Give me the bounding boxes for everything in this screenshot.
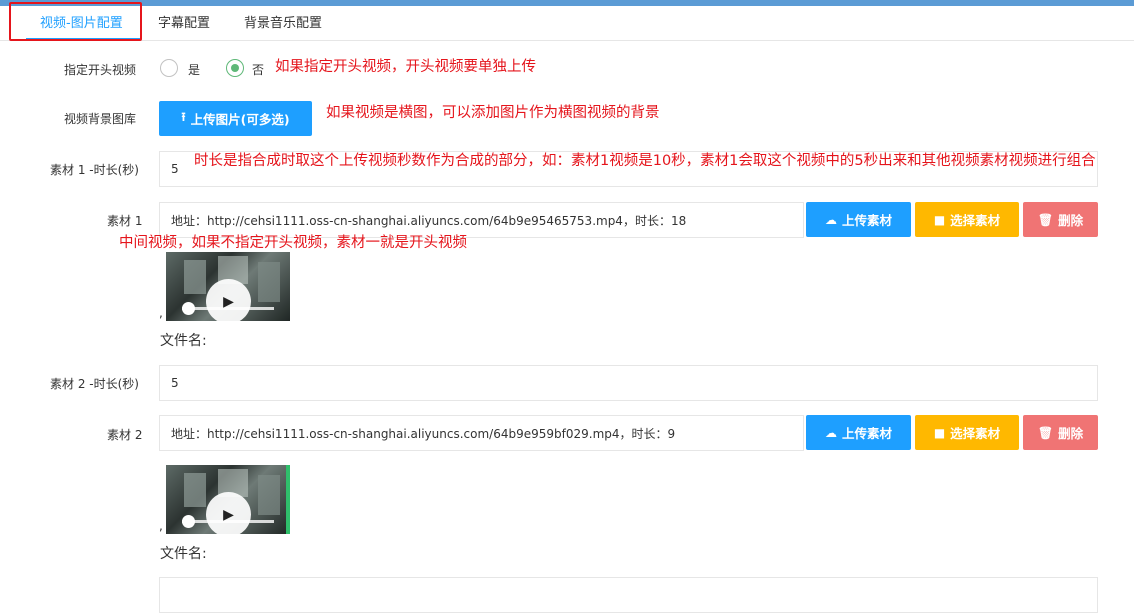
video-camera-icon: ■ — [933, 425, 946, 440]
material-2-upload-label: 上传素材 — [841, 426, 892, 441]
upload-icon: ⭱ — [181, 110, 186, 124]
cloud-upload-icon: ☁ — [824, 425, 837, 440]
tab-bar: 视频-图片配置 字幕配置 背景音乐配置 — [0, 6, 1134, 41]
material-2-upload-button[interactable]: ☁ 上传素材 — [806, 415, 911, 450]
video-frame-detail — [184, 473, 206, 507]
material-1-label: 素材 1 — [107, 214, 143, 228]
material-1-address: 地址：http://cehsi1111.oss-cn-shanghai.aliy… — [171, 213, 687, 228]
material-1-video-preview[interactable]: ▶ — [166, 252, 290, 321]
tab-subtitle-config[interactable]: 字幕配置 — [158, 12, 210, 31]
radio-yes-label: 是 — [188, 63, 201, 77]
material-2-select-button[interactable]: ■ 选择素材 — [915, 415, 1019, 450]
video-camera-icon: ■ — [933, 212, 946, 227]
material-2-address-field[interactable]: 地址：http://cehsi1111.oss-cn-shanghai.aliy… — [159, 415, 804, 451]
radio-no-label: 否 — [252, 63, 265, 77]
material-2-separator: , — [159, 519, 163, 533]
material-1-select-label: 选择素材 — [950, 213, 1001, 228]
material-2-address: 地址：http://cehsi1111.oss-cn-shanghai.aliy… — [171, 426, 676, 441]
video-frame-detail — [258, 262, 280, 302]
material-1-upload-label: 上传素材 — [841, 213, 892, 228]
radio-no[interactable] — [226, 59, 244, 77]
annotation-highlight-box — [9, 2, 142, 41]
opening-video-note: 如果指定开头视频，开头视频要单独上传 — [275, 59, 536, 75]
material-1-duration-note: 时长是指合成时取这个上传视频秒数作为合成的部分，如：素材1视频是10秒，素材1会… — [194, 153, 1096, 169]
tab-bgm-config[interactable]: 背景音乐配置 — [244, 12, 322, 31]
material-1-upload-button[interactable]: ☁ 上传素材 — [806, 202, 911, 237]
material-2-duration-label: 素材 2 -时长(秒) — [50, 377, 139, 391]
bg-gallery-label: 视频背景图库 — [64, 112, 137, 126]
material-1-filename-label: 文件名: — [160, 333, 207, 349]
video-progress-knob[interactable] — [182, 515, 195, 528]
material-1-delete-label: 删除 — [1058, 213, 1084, 228]
bg-gallery-note: 如果视频是横图，可以添加图片作为横图视频的背景 — [326, 105, 660, 121]
material-1-duration-value: 5 — [171, 162, 179, 176]
material-2-duration-value: 5 — [171, 376, 179, 390]
material-2-video-preview[interactable]: ▶ — [166, 465, 290, 534]
material-3-duration-input[interactable] — [159, 577, 1098, 613]
material-1-note: 中间视频，如果不指定开头视频，素材一就是开头视频 — [119, 235, 467, 251]
trash-icon: 🗑 — [1037, 425, 1054, 440]
opening-video-label: 指定开头视频 — [64, 63, 137, 77]
material-1-select-button[interactable]: ■ 选择素材 — [915, 202, 1019, 237]
video-frame-detail — [258, 475, 280, 515]
cloud-upload-icon: ☁ — [824, 212, 837, 227]
material-2-filename-label: 文件名: — [160, 546, 207, 562]
material-2-select-label: 选择素材 — [950, 426, 1001, 441]
material-2-duration-input[interactable]: 5 — [159, 365, 1098, 401]
material-1-duration-label: 素材 1 -时长(秒) — [50, 163, 139, 177]
upload-images-label: 上传图片(可多选) — [190, 112, 290, 127]
material-2-label: 素材 2 — [107, 428, 143, 442]
upload-images-button[interactable]: ⭱ 上传图片(可多选) — [159, 101, 312, 136]
video-progress-knob[interactable] — [182, 302, 195, 315]
play-icon[interactable]: ▶ — [206, 492, 251, 534]
video-frame-detail — [286, 465, 290, 534]
material-1-separator: , — [159, 306, 163, 320]
trash-icon: 🗑 — [1037, 212, 1054, 227]
material-1-delete-button[interactable]: 🗑 删除 — [1023, 202, 1098, 237]
material-2-delete-button[interactable]: 🗑 删除 — [1023, 415, 1098, 450]
material-2-delete-label: 删除 — [1058, 426, 1084, 441]
radio-yes[interactable] — [160, 59, 178, 77]
video-frame-detail — [184, 260, 206, 294]
play-icon[interactable]: ▶ — [206, 279, 251, 321]
